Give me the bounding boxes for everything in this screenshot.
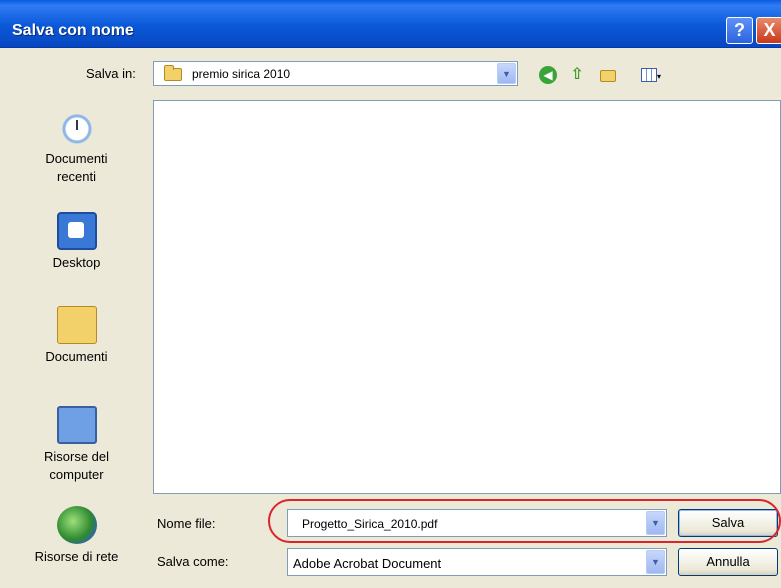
save-in-label: Salva in: [86, 66, 136, 81]
place-label: Risorse di rete [34, 549, 119, 564]
back-arrow-icon: ◀ [539, 66, 557, 84]
filename-field[interactable]: Progetto_Sirica_2010.pdf ▼ [287, 509, 667, 537]
file-list[interactable] [153, 100, 781, 494]
window-title: Salva con nome [12, 22, 134, 39]
chevron-down-icon[interactable]: ▼ [646, 511, 665, 535]
filename-value: Progetto_Sirica_2010.pdf [302, 517, 438, 531]
place-my-computer[interactable]: Risorse del computer [0, 406, 153, 484]
places-bar: Documenti recenti Desktop Documenti Riso… [0, 92, 153, 588]
desktop-icon [56, 212, 97, 250]
place-label: Risorse del [43, 449, 110, 464]
place-network[interactable]: Risorse di rete [0, 506, 153, 566]
up-folder-icon[interactable]: ⇧ [566, 64, 588, 86]
views-menu-button[interactable]: ▾ [634, 64, 668, 86]
place-label: Documenti [45, 349, 108, 364]
close-button[interactable]: X [756, 17, 781, 44]
place-label-line2: computer [49, 467, 104, 482]
save-in-value: premio sirica 2010 [192, 67, 291, 81]
my-documents-icon [56, 306, 97, 344]
place-desktop[interactable]: Desktop [0, 212, 153, 272]
save-type-label: Salva come: [157, 554, 229, 569]
save-button[interactable]: Salva [678, 509, 778, 537]
new-folder-icon [600, 70, 616, 82]
my-computer-icon [56, 406, 97, 444]
folder-icon [164, 65, 182, 81]
save-type-dropdown[interactable]: Adobe Acrobat Document ▼ [287, 548, 667, 576]
filename-label: Nome file: [157, 516, 216, 531]
views-grid-icon [640, 68, 657, 82]
network-places-icon [56, 506, 97, 544]
help-button[interactable]: ? [726, 17, 753, 44]
save-in-dropdown[interactable]: premio sirica 2010 ▼ [153, 61, 518, 86]
chevron-down-icon[interactable]: ▼ [646, 550, 665, 574]
chevron-down-icon[interactable]: ▼ [497, 63, 516, 84]
place-label: Desktop [52, 255, 101, 270]
cancel-button[interactable]: Annulla [678, 548, 778, 576]
title-bar[interactable]: Salva con nome ? X [0, 0, 781, 48]
new-folder-button[interactable] [597, 64, 619, 86]
recent-documents-icon [56, 108, 97, 146]
save-type-value: Adobe Acrobat Document [293, 556, 442, 571]
place-recent-documents[interactable]: Documenti recenti [0, 108, 153, 186]
place-label-line2: recenti [56, 169, 97, 184]
place-my-documents[interactable]: Documenti [0, 306, 153, 366]
place-label: Documenti [45, 151, 108, 166]
views-arrow-icon: ▾ [656, 72, 661, 81]
back-button[interactable]: ◀ [537, 64, 559, 86]
